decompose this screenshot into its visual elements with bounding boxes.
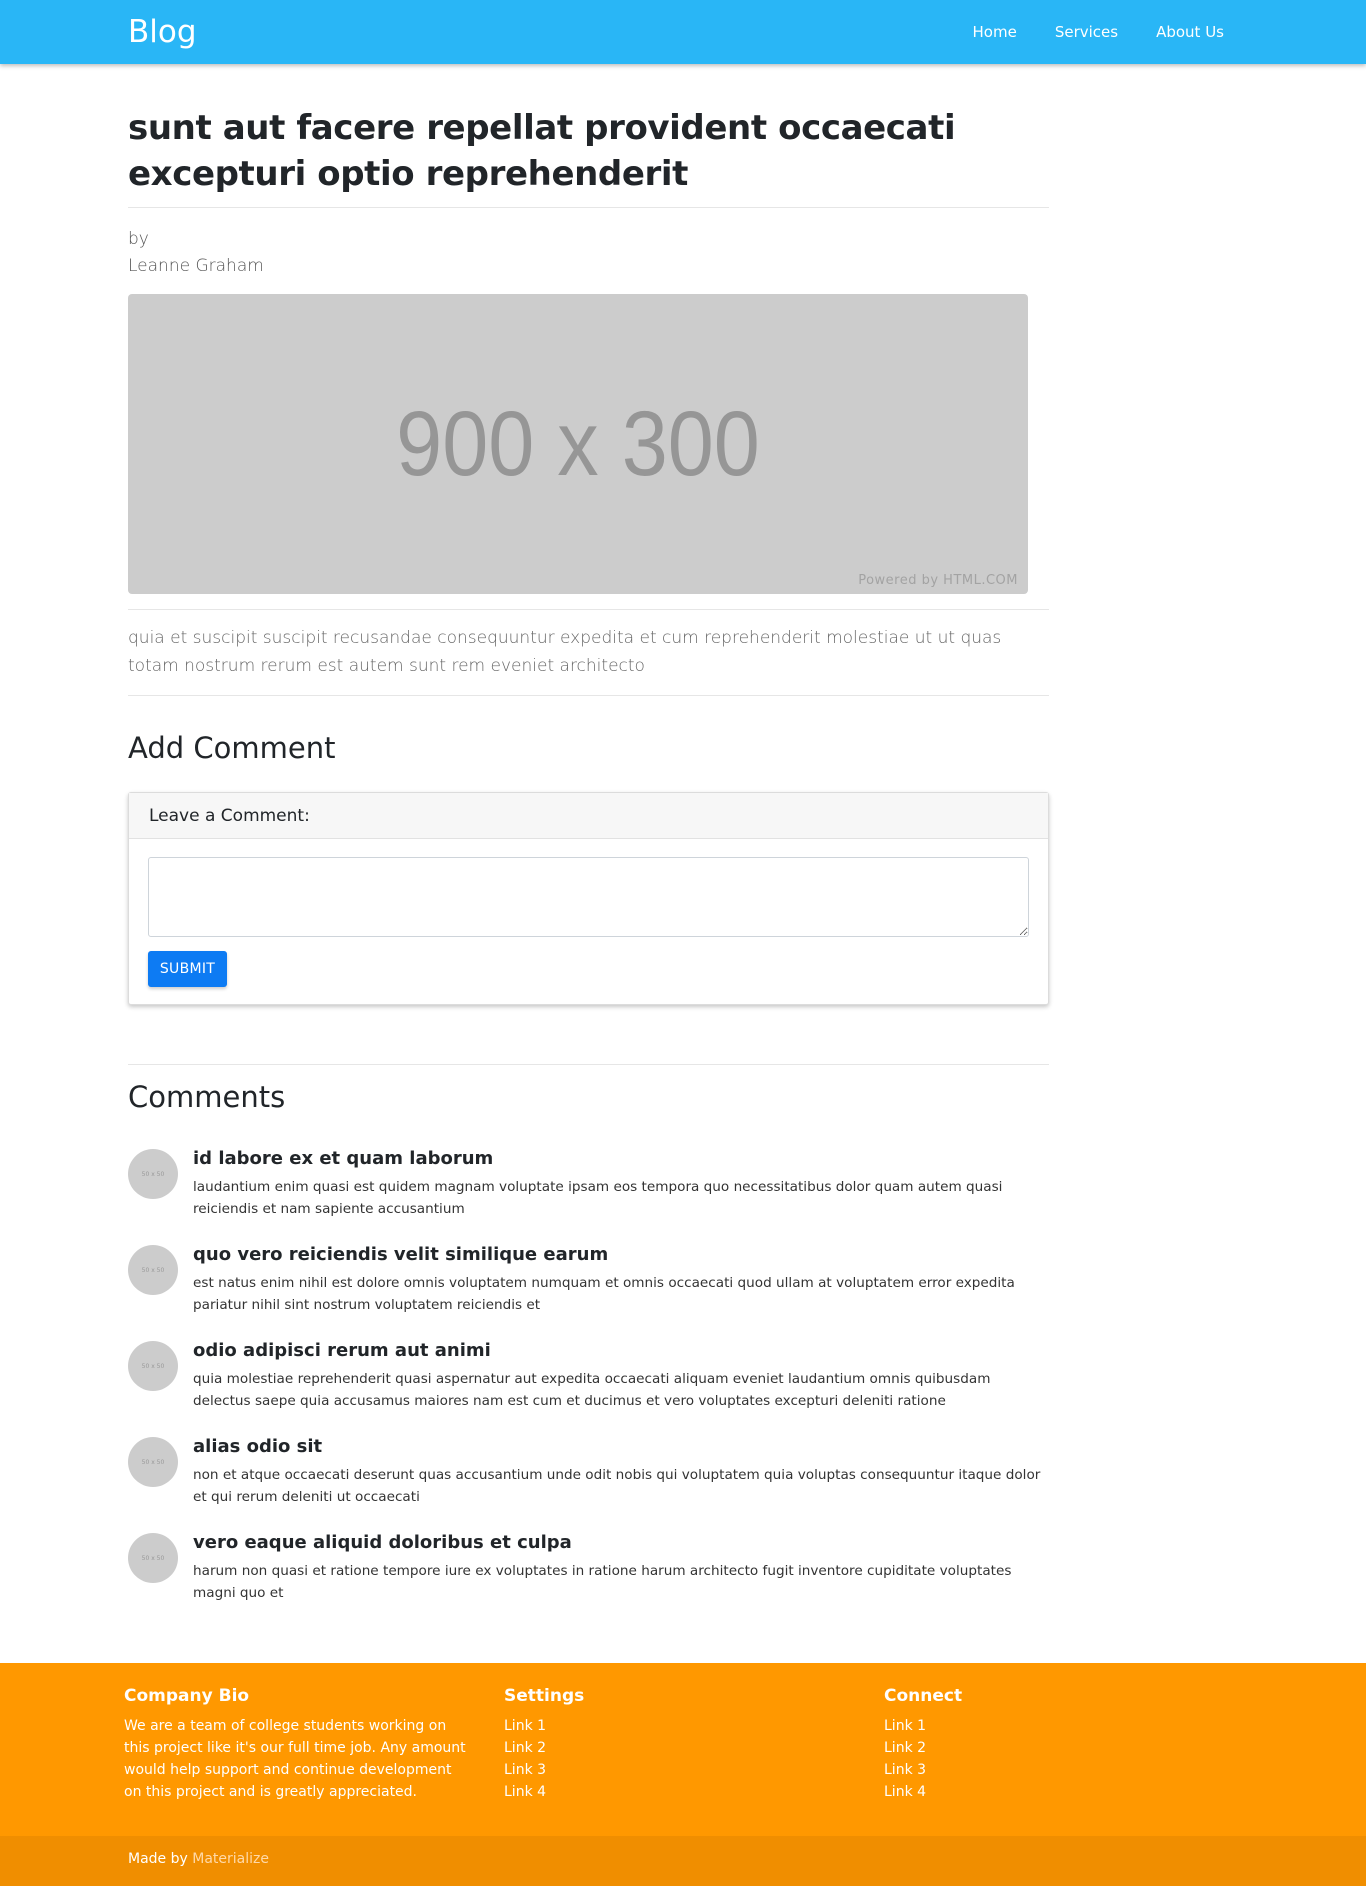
comment-item: 50 x 50 vero eaque aliquid doloribus et … — [128, 1531, 1049, 1627]
comment-item: 50 x 50 id labore ex et quam laborum lau… — [128, 1147, 1049, 1243]
comment-form-header: Leave a Comment: — [129, 793, 1048, 839]
footer-copyright-bar: Made by Materialize — [0, 1836, 1366, 1886]
post-image-placeholder-text: 900 x 300 — [396, 392, 760, 495]
post-body: quia et suscipit suscipit recusandae con… — [128, 628, 1002, 676]
comment-item: 50 x 50 quo vero reiciendis velit simili… — [128, 1243, 1049, 1339]
comment-body: quia molestiae reprehenderit quasi asper… — [193, 1371, 991, 1409]
post-author: Leanne Graham — [128, 256, 264, 276]
brand-logo[interactable]: Blog — [128, 12, 197, 52]
made-by-label: Made by — [128, 1851, 188, 1867]
post-title: sunt aut facere repellat provident occae… — [128, 108, 956, 194]
footer-bio-text: We are a team of college students workin… — [124, 1718, 466, 1800]
comment-title: quo vero reiciendis velit similique earu… — [193, 1244, 609, 1265]
footer-connect-link-1[interactable]: Link 1 — [884, 1715, 962, 1737]
image-divider — [128, 609, 1049, 610]
materialize-link[interactable]: Materialize — [192, 1851, 269, 1867]
nav-links: Home Services About Us — [935, 0, 1224, 64]
post-image-credit: Powered by HTML.COM — [858, 573, 1018, 588]
footer-settings-heading: Settings — [504, 1686, 585, 1706]
footer-settings-link-3[interactable]: Link 3 — [504, 1759, 584, 1781]
comment-body: laudantium enim quasi est quidem magnam … — [193, 1179, 1003, 1217]
comment-title: alias odio sit — [193, 1436, 323, 1457]
footer-bio-heading: Company Bio — [124, 1686, 250, 1706]
footer-connect-link-3[interactable]: Link 3 — [884, 1759, 962, 1781]
footer: Company Bio We are a team of college stu… — [0, 1663, 1366, 1886]
comment-item: 50 x 50 alias odio sit non et atque occa… — [128, 1435, 1049, 1531]
comment-body: harum non quasi et ratione tempore iure … — [193, 1563, 1012, 1601]
submit-button[interactable]: SUBMIT — [148, 951, 227, 987]
avatar: 50 x 50 — [128, 1341, 178, 1391]
avatar: 50 x 50 — [128, 1437, 178, 1487]
comment-body: non et atque occaecati deserunt quas acc… — [193, 1467, 1041, 1505]
comments-heading: Comments — [128, 1080, 286, 1114]
avatar: 50 x 50 — [128, 1245, 178, 1295]
footer-connect-link-2[interactable]: Link 2 — [884, 1737, 962, 1759]
footer-settings: Settings Link 1 Link 2 Link 3 Link 4 — [504, 1683, 584, 1803]
avatar: 50 x 50 — [128, 1149, 178, 1199]
by-label: by — [128, 229, 149, 249]
post-image: 900 x 300 Powered by HTML.COM — [128, 294, 1028, 594]
comment-title: vero eaque aliquid doloribus et culpa — [193, 1532, 572, 1553]
made-by: Made by Materialize — [128, 1851, 269, 1867]
comment-title: id labore ex et quam laborum — [193, 1148, 494, 1169]
footer-connect: Connect Link 1 Link 2 Link 3 Link 4 — [884, 1683, 962, 1803]
navbar: Blog Home Services About Us — [0, 0, 1366, 64]
comment-form-card: Leave a Comment: SUBMIT — [128, 792, 1049, 1005]
nav-link-services[interactable]: Services — [1055, 23, 1118, 41]
comments-divider — [128, 1064, 1049, 1065]
footer-settings-link-2[interactable]: Link 2 — [504, 1737, 584, 1759]
title-divider — [128, 207, 1049, 208]
comment-textarea[interactable] — [148, 857, 1029, 937]
nav-link-about-us[interactable]: About Us — [1156, 23, 1224, 41]
comment-title: odio adipisci rerum aut animi — [193, 1340, 491, 1361]
comments-list: 50 x 50 id labore ex et quam laborum lau… — [128, 1147, 1049, 1627]
avatar: 50 x 50 — [128, 1533, 178, 1583]
add-comment-heading: Add Comment — [128, 731, 336, 765]
nav-link-home[interactable]: Home — [973, 23, 1017, 41]
footer-company-bio: Company Bio We are a team of college stu… — [124, 1683, 469, 1803]
footer-settings-link-1[interactable]: Link 1 — [504, 1715, 584, 1737]
body-divider — [128, 695, 1049, 696]
footer-connect-link-4[interactable]: Link 4 — [884, 1781, 962, 1803]
footer-settings-link-4[interactable]: Link 4 — [504, 1781, 584, 1803]
comment-item: 50 x 50 odio adipisci rerum aut animi qu… — [128, 1339, 1049, 1435]
comment-body: est natus enim nihil est dolore omnis vo… — [193, 1275, 1015, 1313]
footer-connect-heading: Connect — [884, 1686, 963, 1706]
